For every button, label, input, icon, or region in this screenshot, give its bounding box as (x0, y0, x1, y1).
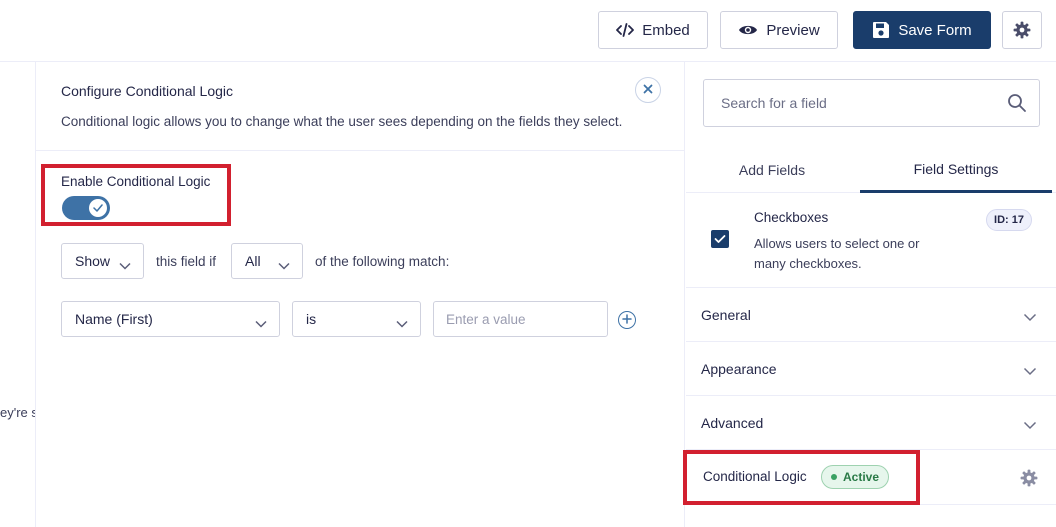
field-description: Allows users to select one or many check… (754, 236, 920, 271)
status-dot-icon (830, 474, 837, 480)
top-toolbar: Embed Preview Save Form (0, 0, 1056, 62)
status-badge: Active (821, 465, 889, 489)
field-id-badge: ID: 17 (986, 209, 1032, 231)
conditional-logic-panel: Configure Conditional Logic Conditional … (35, 62, 685, 527)
panel-title: Configure Conditional Logic (61, 83, 233, 99)
toggle-knob (89, 199, 107, 217)
embed-label: Embed (642, 21, 690, 39)
search-input[interactable] (704, 80, 994, 126)
field-search (703, 79, 1040, 127)
form-settings-button[interactable] (1002, 11, 1042, 49)
rule-operator-value: is (306, 311, 317, 327)
gear-icon[interactable] (1020, 469, 1038, 492)
enable-conditional-logic-label: Enable Conditional Logic (61, 174, 211, 189)
field-sidebar: Add Fields Field Settings Checkboxes All… (683, 62, 1056, 527)
section-appearance-label: Appearance (701, 361, 777, 377)
this-field-if-text: this field if (156, 254, 217, 269)
section-general-label: General (701, 307, 751, 323)
match-select-value: All (245, 253, 261, 269)
chevron-down-icon (1023, 417, 1037, 435)
search-icon[interactable] (1007, 93, 1027, 118)
chevron-down-icon (255, 315, 267, 331)
close-icon (643, 81, 653, 99)
tab-field-settings[interactable]: Field Settings (860, 147, 1052, 193)
gear-icon (1013, 21, 1031, 39)
panel-description: Conditional logic allows you to change w… (61, 114, 623, 129)
checkmark-icon (93, 199, 103, 217)
floppy-disk-icon (872, 21, 890, 39)
conditional-logic-label: Conditional Logic (703, 469, 807, 484)
section-general[interactable]: General (686, 288, 1056, 342)
checkbox-icon (711, 230, 729, 248)
section-appearance[interactable]: Appearance (686, 342, 1056, 396)
enable-conditional-logic-toggle[interactable] (62, 196, 110, 220)
close-panel-button[interactable] (635, 77, 661, 103)
following-match-text: of the following match: (315, 254, 450, 269)
chevron-down-icon (278, 257, 290, 273)
chevron-down-icon (396, 315, 408, 331)
plus-icon (622, 311, 632, 329)
rule-field-value: Name (First) (75, 311, 153, 327)
form-canvas: ey're s (0, 62, 35, 527)
section-advanced-label: Advanced (701, 415, 764, 431)
chevron-down-icon (1023, 309, 1037, 327)
match-select[interactable]: All (231, 243, 303, 279)
canvas-text: ey're s (0, 405, 35, 420)
sidebar-tabs: Add Fields Field Settings (686, 147, 1056, 193)
action-select[interactable]: Show (61, 243, 144, 279)
field-info-card: Checkboxes Allows users to select one or… (686, 193, 1056, 288)
save-form-label: Save Form (898, 21, 972, 39)
action-select-value: Show (75, 253, 111, 269)
code-icon (616, 23, 635, 37)
tab-add-fields[interactable]: Add Fields (686, 147, 858, 193)
preview-label: Preview (766, 21, 820, 39)
conditional-logic-row: Conditional Logic Active (683, 450, 1056, 505)
chevron-down-icon (1023, 363, 1037, 381)
panel-header: Configure Conditional Logic Conditional … (36, 62, 684, 151)
save-form-button[interactable]: Save Form (853, 11, 991, 49)
rule-field-select[interactable]: Name (First) (61, 301, 280, 337)
rule-operator-select[interactable]: is (292, 301, 421, 337)
add-rule-button[interactable] (618, 311, 636, 329)
rule-value-input[interactable] (433, 301, 608, 337)
status-badge-label: Active (842, 470, 880, 484)
preview-button[interactable]: Preview (720, 11, 838, 49)
field-name: Checkboxes (754, 210, 829, 225)
chevron-down-icon (119, 257, 131, 273)
embed-button[interactable]: Embed (598, 11, 708, 49)
section-advanced[interactable]: Advanced (686, 396, 1056, 450)
eye-icon (738, 23, 758, 37)
